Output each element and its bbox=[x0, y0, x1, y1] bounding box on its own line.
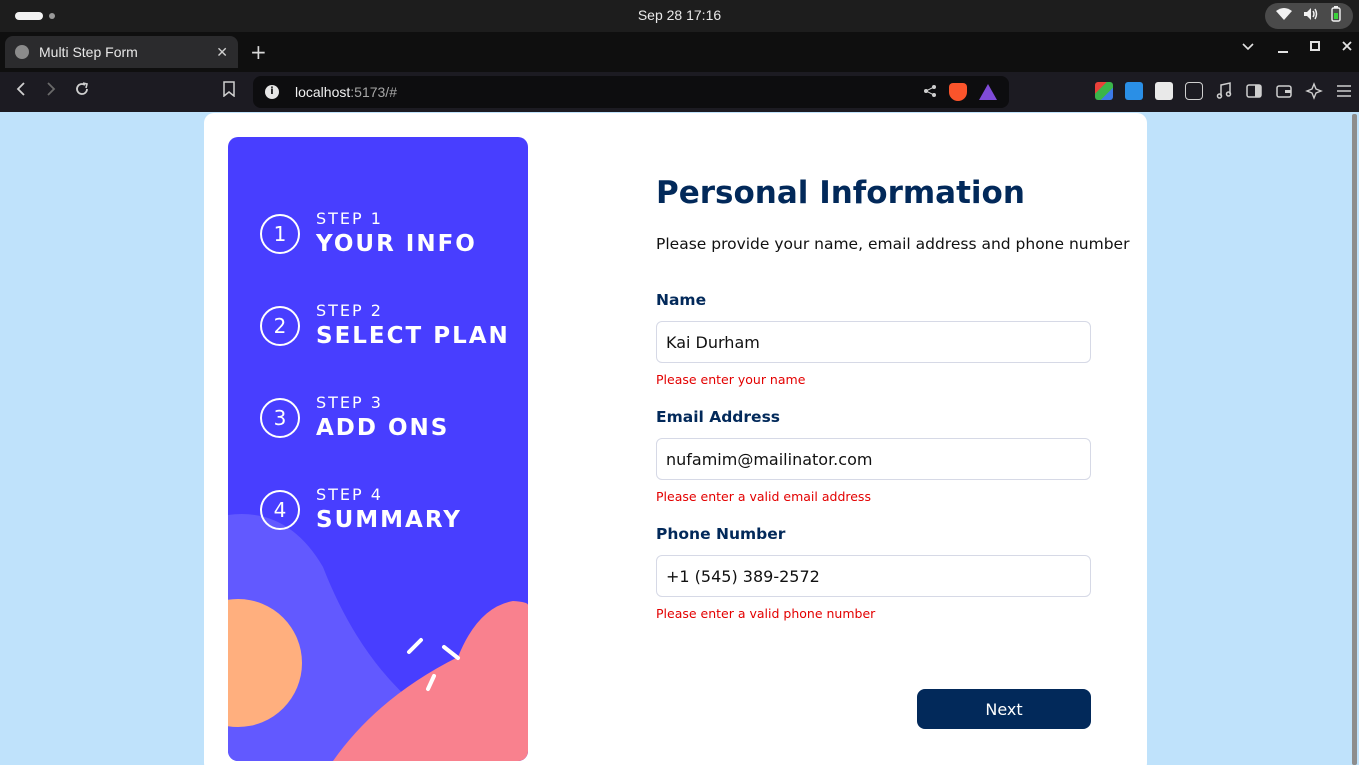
os-top-bar: Sep 28 17:16 bbox=[0, 0, 1359, 32]
step-label: STEP 2 bbox=[316, 301, 383, 320]
music-icon[interactable] bbox=[1215, 82, 1233, 100]
step-number-circle: 2 bbox=[260, 306, 300, 346]
browser-tab[interactable]: Multi Step Form ✕ bbox=[5, 36, 238, 68]
volume-icon bbox=[1303, 7, 1319, 25]
wifi-icon bbox=[1276, 8, 1293, 24]
phone-label: Phone Number bbox=[656, 525, 786, 543]
bookmark-icon[interactable] bbox=[223, 81, 235, 102]
leo-icon[interactable] bbox=[1305, 82, 1323, 100]
close-window-icon[interactable] bbox=[1341, 40, 1353, 56]
page-title: Personal Information bbox=[656, 175, 1025, 211]
puzzle-icon[interactable] bbox=[1185, 82, 1203, 100]
os-clock[interactable]: Sep 28 17:16 bbox=[0, 7, 1359, 23]
browser-toolbar: i localhost:5173/# bbox=[0, 72, 1359, 112]
address-bar[interactable]: i localhost:5173/# bbox=[253, 76, 1009, 108]
forward-icon[interactable] bbox=[44, 81, 58, 102]
globe-icon bbox=[15, 45, 29, 59]
name-label: Name bbox=[656, 291, 707, 309]
battery-icon bbox=[1330, 6, 1342, 26]
sidebar-step-1[interactable]: 1 STEP 1 YOUR INFO bbox=[260, 209, 477, 259]
step-number-circle: 4 bbox=[260, 490, 300, 530]
menu-icon[interactable] bbox=[1335, 82, 1353, 100]
url-text[interactable]: localhost:5173/# bbox=[295, 84, 397, 100]
brave-shields-icon[interactable] bbox=[949, 83, 967, 101]
sidebar-step-4[interactable]: 4 STEP 4 SUMMARY bbox=[260, 485, 462, 535]
step-number-circle: 1 bbox=[260, 214, 300, 254]
email-input[interactable] bbox=[656, 438, 1091, 480]
system-tray[interactable] bbox=[1265, 3, 1353, 29]
next-button[interactable]: Next bbox=[917, 689, 1091, 729]
step-title: ADD ONS bbox=[316, 415, 450, 441]
tab-list-chevron-icon[interactable] bbox=[1242, 40, 1254, 56]
page-subtitle: Please provide your name, email address … bbox=[656, 235, 1130, 253]
browser-tab-strip: Multi Step Form ✕ + bbox=[0, 32, 1359, 72]
extension-fi-icon[interactable] bbox=[1125, 82, 1143, 100]
name-error: Please enter your name bbox=[656, 372, 806, 387]
email-error: Please enter a valid email address bbox=[656, 489, 871, 504]
step-title: SUMMARY bbox=[316, 507, 462, 533]
email-label: Email Address bbox=[656, 408, 781, 426]
phone-input[interactable] bbox=[656, 555, 1091, 597]
close-tab-icon[interactable]: ✕ bbox=[216, 44, 228, 61]
brave-rewards-icon[interactable] bbox=[979, 84, 997, 100]
step-title: SELECT PLAN bbox=[316, 323, 510, 349]
sidebar-step-2[interactable]: 2 STEP 2 SELECT PLAN bbox=[260, 301, 510, 351]
back-icon[interactable] bbox=[14, 81, 28, 102]
sidebar-icon[interactable] bbox=[1245, 82, 1263, 100]
reload-icon[interactable] bbox=[74, 81, 90, 102]
share-icon[interactable] bbox=[923, 83, 937, 102]
step-label: STEP 1 bbox=[316, 209, 383, 228]
step-label: STEP 4 bbox=[316, 485, 383, 504]
form-card: 1 STEP 1 YOUR INFO 2 STEP 2 SELECT PLAN … bbox=[204, 113, 1147, 765]
step-title: YOUR INFO bbox=[316, 231, 477, 257]
step-label: STEP 3 bbox=[316, 393, 383, 412]
page-scrollbar[interactable] bbox=[1352, 114, 1357, 765]
tab-title: Multi Step Form bbox=[39, 44, 138, 60]
site-info-icon[interactable]: i bbox=[265, 85, 279, 99]
step-number-circle: 3 bbox=[260, 398, 300, 438]
extension-multicolor-icon[interactable] bbox=[1095, 82, 1113, 100]
maximize-icon[interactable] bbox=[1309, 40, 1321, 56]
name-input[interactable] bbox=[656, 321, 1091, 363]
new-tab-button[interactable]: + bbox=[250, 40, 267, 64]
sidebar-step-3[interactable]: 3 STEP 3 ADD ONS bbox=[260, 393, 449, 443]
step-sidebar: 1 STEP 1 YOUR INFO 2 STEP 2 SELECT PLAN … bbox=[228, 137, 528, 761]
phone-error: Please enter a valid phone number bbox=[656, 606, 876, 621]
extension-formula-icon[interactable] bbox=[1155, 82, 1173, 100]
wallet-icon[interactable] bbox=[1275, 82, 1293, 100]
minimize-icon[interactable] bbox=[1277, 42, 1289, 58]
